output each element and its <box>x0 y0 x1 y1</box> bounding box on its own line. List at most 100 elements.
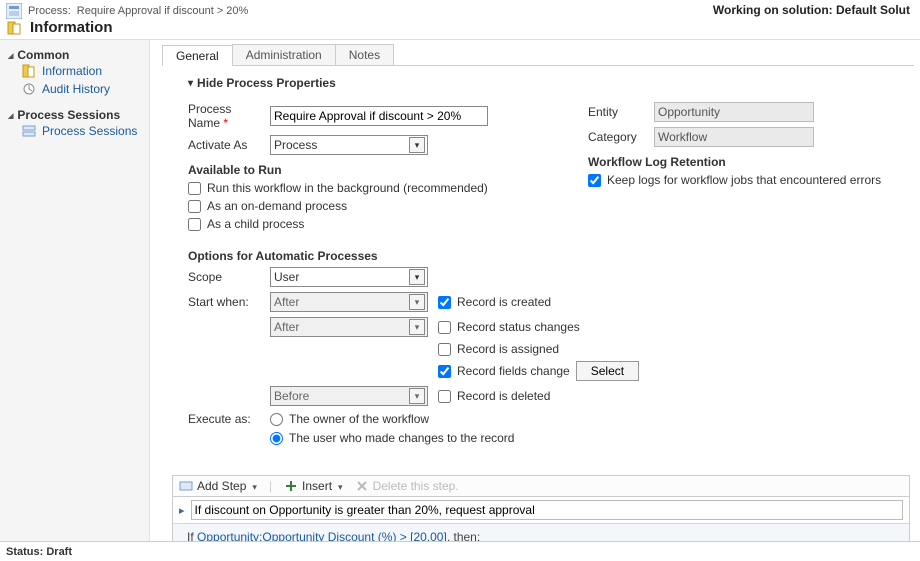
sidebar-item-label: Audit History <box>42 82 110 96</box>
delete-step-button: Delete this step. <box>355 479 459 493</box>
condition-link[interactable]: Opportunity:Opportunity Discount (%) > [… <box>197 530 447 541</box>
sidebar-common-label: Common <box>17 48 69 62</box>
record-assigned-checkbox[interactable]: Record is assigned <box>438 342 559 356</box>
child-process-checkbox[interactable]: As a child process <box>188 217 548 231</box>
activate-as-select[interactable]: Process ▾ <box>270 135 428 155</box>
scope-select[interactable]: User ▾ <box>270 267 428 287</box>
condition-row: If Opportunity:Opportunity Discount (%) … <box>187 530 895 541</box>
run-bg-label: Run this workflow in the background (rec… <box>207 181 488 195</box>
exec-user-label: The user who made changes to the record <box>289 431 514 445</box>
caret-down-icon <box>8 108 13 122</box>
record-deleted-checkbox[interactable]: Record is deleted <box>438 389 550 403</box>
add-step-button[interactable]: Add Step <box>179 479 257 493</box>
rec-deleted-label: Record is deleted <box>457 389 550 403</box>
on-demand-checkbox[interactable]: As an on-demand process <box>188 199 548 213</box>
rec-assigned-label: Record is assigned <box>457 342 559 356</box>
tab-notes[interactable]: Notes <box>335 44 394 65</box>
tab-general[interactable]: General <box>162 45 233 66</box>
sidebar-item-information[interactable]: Information <box>8 62 141 80</box>
add-step-label: Add Step <box>197 479 246 493</box>
if-label: If <box>187 530 194 541</box>
automatic-options-heading: Options for Automatic Processes <box>188 249 900 263</box>
sidebar-group-process-sessions[interactable]: Process Sessions <box>8 108 141 122</box>
insert-label: Insert <box>302 479 332 493</box>
information-header-icon <box>6 20 22 36</box>
entity-label: Entity <box>588 105 648 119</box>
run-background-checkbox[interactable]: Run this workflow in the background (rec… <box>188 181 548 195</box>
rec-status-label: Record status changes <box>457 320 580 334</box>
step-caret-icon[interactable] <box>179 503 187 517</box>
start-when-label: Start when: <box>188 295 264 309</box>
select-fields-button[interactable]: Select <box>576 361 639 381</box>
chevron-down-icon: ▾ <box>409 388 425 404</box>
process-header-icon <box>6 3 22 19</box>
rec-created-label: Record is created <box>457 295 551 309</box>
scope-label: Scope <box>188 270 264 284</box>
sidebar-item-label: Process Sessions <box>42 124 137 138</box>
step-title-input[interactable] <box>191 500 903 520</box>
sessions-icon <box>22 124 36 138</box>
tabs: General Administration Notes <box>162 40 914 66</box>
sidebar: Common Information Audit History Process… <box>0 40 150 541</box>
keep-logs-label: Keep logs for workflow jobs that encount… <box>607 173 881 187</box>
caret-down-icon <box>8 48 13 62</box>
activate-as-value: Process <box>274 138 317 152</box>
chevron-down-icon: ▾ <box>409 137 425 153</box>
chevron-down-icon: ▾ <box>409 319 425 335</box>
keep-logs-checkbox[interactable]: Keep logs for workflow jobs that encount… <box>588 173 900 187</box>
exec-owner-label: The owner of the workflow <box>289 412 429 426</box>
start-after-select-2[interactable]: After ▾ <box>270 317 428 337</box>
record-fields-change-checkbox[interactable]: Record fields change <box>438 364 570 378</box>
working-on-solution: Working on solution: Default Solut <box>713 1 910 17</box>
page-title: Information <box>30 19 113 36</box>
status-value: Draft <box>46 546 72 558</box>
chevron-down-icon <box>336 479 343 493</box>
process-title: Require Approval if discount > 20% <box>77 5 249 17</box>
steps-container: If Opportunity:Opportunity Discount (%) … <box>172 496 910 541</box>
available-to-run-heading: Available to Run <box>188 163 548 177</box>
sidebar-item-audit-history[interactable]: Audit History <box>8 80 141 98</box>
scope-value: User <box>274 270 299 284</box>
on-demand-label: As an on-demand process <box>207 199 347 213</box>
sidebar-sessions-label: Process Sessions <box>17 108 120 122</box>
delete-icon <box>355 479 369 493</box>
audit-icon <box>22 82 36 96</box>
process-name-label: Process Name <box>188 102 264 130</box>
child-proc-label: As a child process <box>207 217 304 231</box>
record-created-checkbox[interactable]: Record is created <box>438 295 551 309</box>
before-select[interactable]: Before ▾ <box>270 386 428 406</box>
hide-process-properties-toggle[interactable]: Hide Process Properties <box>188 76 900 90</box>
activate-as-label: Activate As <box>188 138 264 152</box>
execute-owner-radio[interactable]: The owner of the workflow <box>270 412 429 426</box>
sidebar-group-common[interactable]: Common <box>8 48 141 62</box>
execute-user-radio[interactable]: The user who made changes to the record <box>270 431 514 445</box>
steps-toolbar: Add Step | Insert Delete this step. <box>172 475 910 496</box>
status-label: Status: <box>6 546 43 558</box>
insert-button[interactable]: Insert <box>284 479 343 493</box>
top-bar: Process: Require Approval if discount > … <box>0 0 920 40</box>
start-after-select-1[interactable]: After ▾ <box>270 292 428 312</box>
insert-icon <box>284 479 298 493</box>
after1-value: After <box>274 295 299 309</box>
sidebar-item-label: Information <box>42 64 102 78</box>
before-value: Before <box>274 389 309 403</box>
chevron-down-icon: ▾ <box>409 294 425 310</box>
execute-as-label: Execute as: <box>188 412 264 426</box>
tab-administration[interactable]: Administration <box>232 44 336 65</box>
process-name-input[interactable] <box>270 106 488 126</box>
status-bar: Status: Draft <box>0 541 920 561</box>
log-retention-heading: Workflow Log Retention <box>588 155 900 169</box>
category-label: Category <box>588 130 648 144</box>
rec-fields-label: Record fields change <box>457 364 570 378</box>
after2-value: After <box>274 320 299 334</box>
chevron-down-icon <box>250 479 257 493</box>
then-label: , then: <box>447 530 480 541</box>
hide-props-label: Hide Process Properties <box>197 76 336 90</box>
chevron-down-icon: ▾ <box>409 269 425 285</box>
add-step-icon <box>179 479 193 493</box>
entity-field: Opportunity <box>654 102 814 122</box>
delete-label: Delete this step. <box>373 479 459 493</box>
main-content: General Administration Notes Hide Proces… <box>150 40 920 541</box>
sidebar-item-process-sessions[interactable]: Process Sessions <box>8 122 141 140</box>
record-status-checkbox[interactable]: Record status changes <box>438 320 580 334</box>
